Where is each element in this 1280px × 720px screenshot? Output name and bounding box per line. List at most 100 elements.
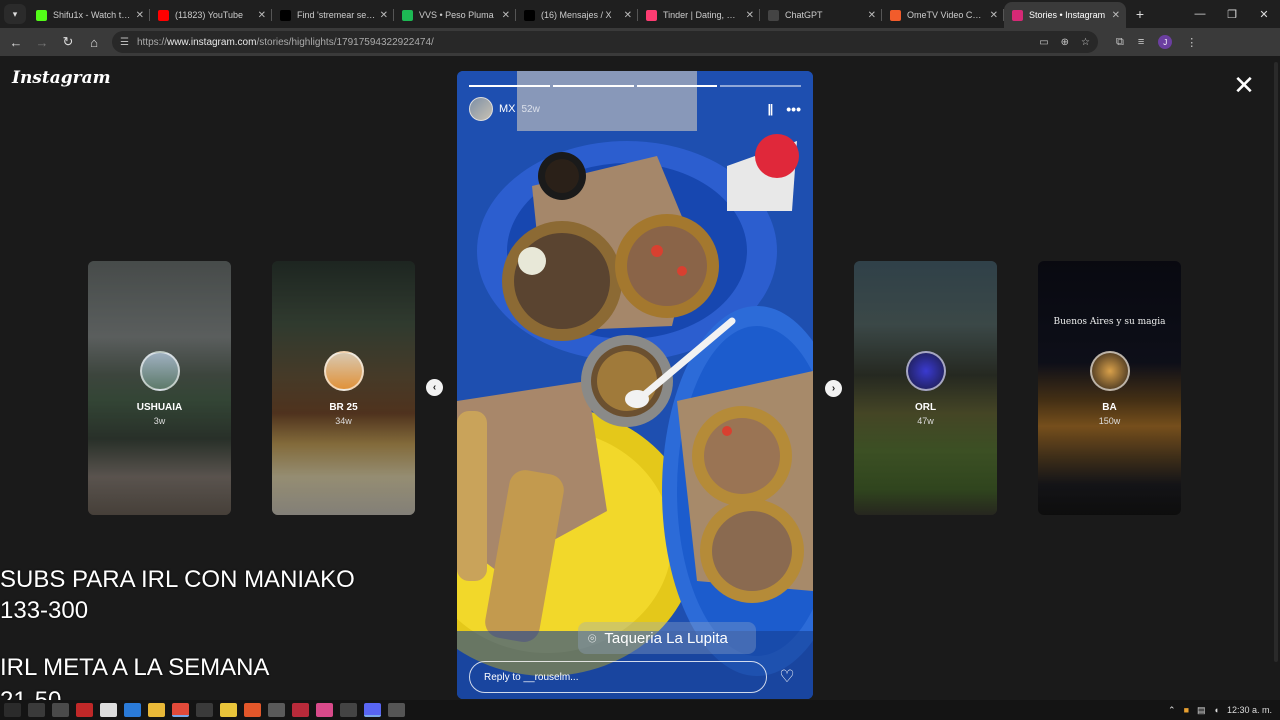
new-tab-button[interactable]: + (1130, 4, 1150, 24)
tab-close-icon[interactable]: ✕ (380, 10, 388, 21)
tab-close-icon[interactable]: ✕ (624, 10, 632, 21)
tab-close-icon[interactable]: ✕ (990, 10, 998, 21)
reply-input[interactable]: Reply to __rouselm... (469, 661, 767, 693)
browser-tab[interactable]: VVS • Peso Pluma ✕ (394, 2, 516, 28)
close-stories-button[interactable]: ✕ (1232, 72, 1256, 98)
zoom-icon[interactable]: ⊕ (1061, 37, 1069, 48)
tray-chevron-icon[interactable]: ⌃ (1168, 705, 1176, 716)
app-icon[interactable] (268, 703, 285, 717)
more-options-icon[interactable]: ••• (786, 101, 801, 117)
taskbar-apps (4, 703, 412, 717)
browser-tab[interactable]: OmeTV Video Chat - ✕ (882, 2, 1004, 28)
story-header: MX 52w || ••• (469, 96, 801, 122)
pause-icon[interactable]: || (768, 102, 774, 116)
firefox-icon[interactable] (244, 703, 261, 717)
progress-segment (469, 85, 550, 87)
tab-close-icon[interactable]: ✕ (136, 10, 144, 21)
scrollbar-thumb[interactable] (1274, 62, 1278, 662)
highlight-avatar (324, 351, 364, 391)
start-icon[interactable] (4, 703, 21, 717)
story-viewer[interactable]: MX 52w || ••• ⌾ Taqueria La Lupita Reply… (457, 71, 813, 699)
next-story-button[interactable]: › (825, 380, 842, 397)
tab-favicon-icon (280, 9, 291, 21)
profile-avatar[interactable]: J (1158, 35, 1173, 49)
browser-tab[interactable]: Stories • Instagram ✕ (1004, 2, 1126, 28)
search-icon[interactable] (28, 703, 45, 717)
tab-close-icon[interactable]: ✕ (502, 10, 510, 21)
edge-icon[interactable] (124, 703, 141, 717)
settings-icon[interactable] (196, 703, 213, 717)
restore-button[interactable]: ❐ (1216, 0, 1248, 28)
story-progress-bar (469, 85, 801, 87)
network-icon[interactable]: ▤ (1197, 705, 1206, 716)
tray-app-icon[interactable]: ■ (1184, 705, 1189, 715)
app-icon[interactable] (316, 703, 333, 717)
scrollbar[interactable] (1272, 56, 1280, 700)
story-time: 52w (521, 103, 540, 115)
highlight-age: 34w (335, 416, 352, 426)
tab-favicon-icon (36, 9, 47, 21)
tab-favicon-icon (158, 9, 169, 21)
app-icon[interactable] (220, 703, 237, 717)
tab-close-icon[interactable]: ✕ (868, 10, 876, 21)
opera-icon[interactable] (292, 703, 309, 717)
app-icon[interactable] (76, 703, 93, 717)
tab-close-icon[interactable]: ✕ (258, 10, 266, 21)
overlay-line-3: IRL META A LA SEMANA (0, 654, 270, 681)
browser-tab[interactable]: (11823) YouTube ✕ (150, 2, 272, 28)
highlight-age: 3w (153, 416, 166, 426)
browser-tab[interactable]: ChatGPT ✕ (760, 2, 882, 28)
discord-icon[interactable] (364, 703, 381, 717)
tab-title: VVS • Peso Pluma (419, 10, 494, 20)
tab-favicon-icon (402, 9, 413, 21)
site-info-icon[interactable]: ☰ (120, 37, 129, 48)
file-explorer-icon[interactable] (148, 703, 165, 717)
reload-button[interactable]: ↻ (56, 30, 80, 54)
bookmark-star-icon[interactable]: ☆ (1081, 37, 1090, 48)
reply-placeholder: Reply to __rouselm... (484, 671, 579, 683)
tab-title: (11823) YouTube (175, 10, 244, 20)
like-heart-icon[interactable]: ♡ (777, 667, 797, 687)
media-controls-icon[interactable]: ≡ (1138, 36, 1144, 48)
browser-tab[interactable]: Tinder | Dating, Make ✕ (638, 2, 760, 28)
progress-segment (552, 85, 634, 87)
notes-icon[interactable] (100, 703, 117, 717)
chrome-icon[interactable] (172, 703, 189, 717)
browser-menu-icon[interactable]: ⋮ (1186, 36, 1197, 49)
tab-title: (16) Mensajes / X (541, 10, 612, 20)
clock[interactable]: 12:30 a. m. (1227, 705, 1272, 715)
tab-title: Shifu1x - Watch the \ (53, 10, 132, 20)
highlight-card-ushuaia[interactable]: USHUAIA 3w (88, 261, 231, 515)
highlight-card-orl[interactable]: ORL 47w (854, 261, 997, 515)
browser-tab[interactable]: (16) Mensajes / X ✕ (516, 2, 638, 28)
story-user-avatar[interactable] (469, 97, 493, 121)
address-bar[interactable]: ☰ https://www.instagram.com/stories/high… (112, 31, 1098, 53)
extensions-icon[interactable]: ⧉ (1116, 36, 1124, 49)
highlight-card-ba[interactable]: Buenos Aires y su magia BA 150w (1038, 261, 1181, 515)
highlight-avatar (140, 351, 180, 391)
previous-story-button[interactable]: ‹ (426, 379, 443, 396)
browser-tab[interactable]: Find 'stremear se uge ✕ (272, 2, 394, 28)
location-pin-icon: ⌾ (588, 629, 597, 646)
tab-title: Find 'stremear se uge (297, 10, 376, 20)
app-icon[interactable] (388, 703, 405, 717)
tab-search-button[interactable]: ▾ (4, 4, 26, 24)
window-close-button[interactable]: ✕ (1248, 0, 1280, 28)
browser-tab[interactable]: Shifu1x - Watch the \ ✕ (28, 2, 150, 28)
obs-icon[interactable] (340, 703, 357, 717)
widgets-icon[interactable] (52, 703, 69, 717)
instagram-logo[interactable]: Instagram (12, 68, 111, 88)
tab-close-icon[interactable]: ✕ (1112, 10, 1120, 21)
highlight-name: BR 25 (329, 402, 358, 413)
back-button[interactable]: ← (4, 30, 28, 54)
minimize-button[interactable]: — (1184, 0, 1216, 28)
story-username[interactable]: MX (499, 103, 516, 115)
tab-close-icon[interactable]: ✕ (746, 10, 754, 21)
forward-button[interactable]: → (30, 30, 54, 54)
cast-icon[interactable]: ▭ (1039, 37, 1048, 48)
home-button[interactable]: ⌂ (82, 30, 106, 54)
highlight-card-br25[interactable]: BR 25 34w (272, 261, 415, 515)
location-name: Taqueria La Lupita (604, 629, 728, 647)
volume-icon[interactable]: ◖ (1214, 705, 1219, 715)
location-sticker[interactable]: ⌾ Taqueria La Lupita (578, 622, 756, 654)
